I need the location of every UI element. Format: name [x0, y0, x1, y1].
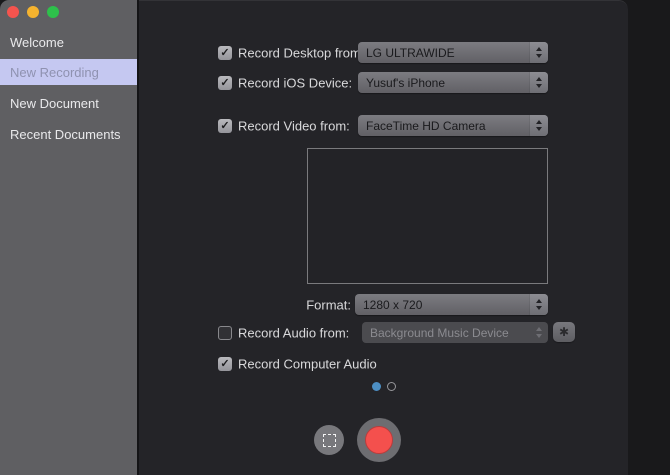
record-video-checkbox[interactable]: ✓ [218, 119, 232, 133]
dashed-square-icon [323, 434, 336, 447]
gear-icon: ✱ [559, 325, 569, 339]
record-ios-checkbox[interactable]: ✓ [218, 76, 232, 90]
sidebar-item-recent-documents[interactable]: Recent Documents [0, 123, 137, 145]
record-ios-row: ✓ Record iOS Device: Yusuf's iPhone [139, 72, 628, 93]
zoom-icon[interactable] [47, 6, 59, 18]
computer-audio-row: ✓ Record Computer Audio [139, 353, 628, 374]
check-icon: ✓ [220, 46, 229, 59]
check-icon: ✓ [220, 76, 229, 89]
record-audio-row: Record Audio from: Background Music Devi… [139, 322, 628, 343]
page-dots [139, 382, 628, 392]
chevron-up-down-icon [529, 72, 548, 93]
record-video-label: Record Video from: [238, 118, 350, 133]
record-desktop-checkbox[interactable]: ✓ [218, 46, 232, 60]
record-desktop-row: ✓ Record Desktop from: LG ULTRAWIDE [139, 42, 628, 63]
record-audio-label: Record Audio from: [238, 325, 349, 340]
sidebar: Welcome New Recording New Document Recen… [0, 0, 137, 475]
format-label: Format: [289, 297, 351, 312]
record-ios-label: Record iOS Device: [238, 75, 352, 90]
traffic-lights [7, 6, 59, 18]
page-dot-active[interactable] [372, 382, 381, 391]
chevron-up-down-icon [529, 115, 548, 136]
audio-settings-button[interactable]: ✱ [553, 322, 575, 342]
format-row: Format: 1280 x 720 [139, 294, 628, 315]
chevron-up-down-icon [529, 42, 548, 63]
sidebar-item-new-document[interactable]: New Document [0, 92, 137, 114]
chevron-up-down-icon [529, 294, 548, 315]
app-window: Welcome New Recording New Document Recen… [0, 0, 628, 475]
computer-audio-checkbox[interactable]: ✓ [218, 357, 232, 371]
format-select[interactable]: 1280 x 720 [355, 294, 548, 315]
video-source-select[interactable]: FaceTime HD Camera [358, 115, 548, 136]
minimize-icon[interactable] [27, 6, 39, 18]
ios-device-value: Yusuf's iPhone [358, 72, 529, 93]
chevron-up-down-icon [529, 322, 548, 343]
select-area-button[interactable] [314, 425, 344, 455]
camera-preview [307, 148, 548, 284]
close-icon[interactable] [7, 6, 19, 18]
main-panel: ✓ Record Desktop from: LG ULTRAWIDE ✓ Re… [139, 0, 628, 475]
format-value: 1280 x 720 [355, 294, 529, 315]
video-source-value: FaceTime HD Camera [358, 115, 529, 136]
desktop-source-select[interactable]: LG ULTRAWIDE [358, 42, 548, 63]
sidebar-item-welcome[interactable]: Welcome [0, 31, 137, 53]
sidebar-item-new-recording[interactable]: New Recording [0, 59, 137, 85]
record-desktop-label: Record Desktop from: [238, 45, 364, 60]
audio-source-value: Background Music Device [362, 322, 529, 343]
record-circle-icon [365, 426, 393, 454]
computer-audio-label: Record Computer Audio [238, 356, 377, 371]
desktop-source-value: LG ULTRAWIDE [358, 42, 529, 63]
page-dot-inactive[interactable] [387, 382, 396, 391]
check-icon: ✓ [220, 357, 229, 370]
record-button[interactable] [357, 418, 401, 462]
record-audio-checkbox[interactable] [218, 326, 232, 340]
record-video-row: ✓ Record Video from: FaceTime HD Camera [139, 115, 628, 136]
ios-device-select[interactable]: Yusuf's iPhone [358, 72, 548, 93]
check-icon: ✓ [220, 119, 229, 132]
audio-source-select: Background Music Device [362, 322, 548, 343]
